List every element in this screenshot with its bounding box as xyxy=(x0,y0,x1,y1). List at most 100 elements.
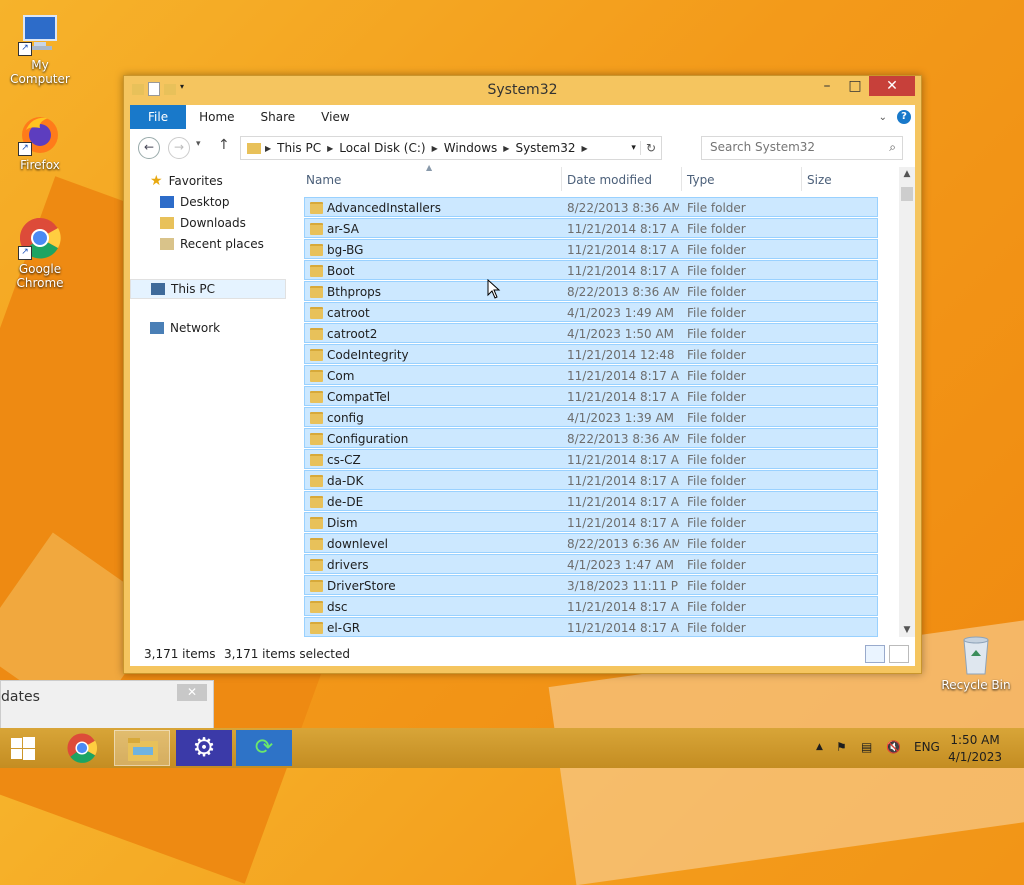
title-bar[interactable]: ▾ System32 – □ ✕ xyxy=(124,76,921,104)
breadcrumb-this-pc[interactable]: This PC xyxy=(271,141,327,155)
breadcrumb-windows[interactable]: Windows xyxy=(438,141,504,155)
desktop-icon-chrome[interactable]: ↗ Google Chrome xyxy=(0,216,80,290)
file-date: 4/1/2023 1:49 AM xyxy=(567,306,675,320)
taskbar-settings[interactable]: ⚙ xyxy=(176,730,232,766)
show-hidden-icons[interactable]: ▲ xyxy=(816,742,823,752)
table-row[interactable]: de-DE 11/21/2014 8:17 AM File folder xyxy=(304,491,878,511)
search-icon[interactable]: ⌕ xyxy=(889,140,896,155)
column-header-date[interactable]: Date modified xyxy=(567,173,652,187)
table-row[interactable]: drivers 4/1/2023 1:47 AM File folder xyxy=(304,554,878,574)
scroll-up-icon[interactable]: ▲ xyxy=(899,169,915,179)
folder-icon xyxy=(310,244,323,256)
forward-button[interactable]: → xyxy=(168,137,190,159)
table-row[interactable]: CompatTel 11/21/2014 8:17 AM File folder xyxy=(304,386,878,406)
table-row[interactable]: el-GR 11/21/2014 8:17 AM File folder xyxy=(304,617,878,637)
column-header-type[interactable]: Type xyxy=(687,173,715,187)
file-type: File folder xyxy=(687,558,746,572)
taskbar-windows-update[interactable]: ⟳ xyxy=(236,730,292,766)
table-row[interactable]: Com 11/21/2014 8:17 AM File folder xyxy=(304,365,878,385)
table-row[interactable]: config 4/1/2023 1:39 AM File folder xyxy=(304,407,878,427)
table-row[interactable]: catroot 4/1/2023 1:49 AM File folder xyxy=(304,302,878,322)
nav-network[interactable]: Network xyxy=(150,321,220,335)
file-type: File folder xyxy=(687,327,746,341)
up-button[interactable]: ↑ xyxy=(218,137,230,153)
table-row[interactable]: AdvancedInstallers 8/22/2013 8:36 AM File … xyxy=(304,197,878,217)
table-row[interactable]: bg-BG 11/21/2014 8:17 AM File folder xyxy=(304,239,878,259)
table-row[interactable]: da-DK 11/21/2014 8:17 AM File folder xyxy=(304,470,878,490)
column-divider[interactable] xyxy=(801,167,802,191)
table-row[interactable]: DriverStore 3/18/2023 11:11 PM File folder xyxy=(304,575,878,595)
taskbar-chrome[interactable] xyxy=(54,730,110,766)
refresh-icon[interactable]: ↻ xyxy=(639,141,661,155)
help-icon[interactable]: ? xyxy=(897,110,911,124)
input-language[interactable]: ENG xyxy=(914,740,940,754)
search-box[interactable]: ⌕ xyxy=(701,136,903,160)
desktop-icon-firefox[interactable]: ↗ Firefox xyxy=(0,112,80,172)
table-row[interactable]: dsc 11/21/2014 8:17 AM File folder xyxy=(304,596,878,616)
column-divider[interactable] xyxy=(561,167,562,191)
table-row[interactable]: downlevel 8/22/2013 6:36 AM File folder xyxy=(304,533,878,553)
network-icon[interactable]: ▤ xyxy=(861,740,872,754)
file-type: File folder xyxy=(687,432,746,446)
minimize-button[interactable]: – xyxy=(813,76,841,96)
expand-ribbon-icon[interactable]: ⌄ xyxy=(879,112,887,123)
vertical-scrollbar[interactable]: ▲ ▼ xyxy=(899,167,915,637)
file-date: 11/21/2014 12:48 ... xyxy=(567,348,679,362)
nav-downloads[interactable]: Downloads xyxy=(160,216,246,230)
table-row[interactable]: Configuration 8/22/2013 8:36 AM File folde… xyxy=(304,428,878,448)
tab-home[interactable]: Home xyxy=(186,105,247,129)
table-row[interactable]: cs-CZ 11/21/2014 8:17 AM File folder xyxy=(304,449,878,469)
nav-recent-places[interactable]: Recent places xyxy=(160,237,264,251)
file-date: 8/22/2013 6:36 AM xyxy=(567,537,679,551)
desktop-icon-label: Recycle Bin xyxy=(941,678,1011,692)
file-date: 11/21/2014 8:17 AM xyxy=(567,516,679,530)
chevron-right-icon[interactable]: ▶ xyxy=(581,144,587,153)
folder-icon xyxy=(310,601,323,613)
tab-file[interactable]: File xyxy=(130,105,187,129)
background-window[interactable]: dates ✕ xyxy=(0,680,214,732)
scrollbar-thumb[interactable] xyxy=(901,187,913,201)
action-center-flag-icon[interactable]: ⚑ xyxy=(836,740,847,754)
recent-locations-icon[interactable]: ▾ xyxy=(196,139,201,149)
search-input[interactable] xyxy=(702,137,888,157)
table-row[interactable]: CodeIntegrity 11/21/2014 12:48 ... File fo… xyxy=(304,344,878,364)
close-button[interactable]: ✕ xyxy=(869,76,915,96)
table-row[interactable]: catroot2 4/1/2023 1:50 AM File folder xyxy=(304,323,878,343)
column-divider[interactable] xyxy=(681,167,682,191)
large-icons-view-button[interactable] xyxy=(889,645,909,663)
back-button[interactable]: ← xyxy=(138,137,160,159)
address-bar[interactable]: ▶ This PC ▶ Local Disk (C:) ▶ Windows ▶ … xyxy=(240,136,662,160)
nav-favorites[interactable]: ★ Favorites xyxy=(150,173,223,189)
tab-view[interactable]: View xyxy=(308,105,362,129)
column-header-size[interactable]: Size xyxy=(807,173,832,187)
tab-share[interactable]: Share xyxy=(248,105,309,129)
nav-this-pc[interactable]: This PC xyxy=(130,279,286,299)
file-date: 11/21/2014 8:17 AM xyxy=(567,222,679,236)
file-date: 3/18/2023 11:11 PM xyxy=(567,579,679,593)
nav-desktop[interactable]: Desktop xyxy=(160,195,230,209)
table-row[interactable]: Boot 11/21/2014 8:17 AM File folder xyxy=(304,260,878,280)
desktop-icon-recycle-bin[interactable]: Recycle Bin xyxy=(936,632,1016,692)
column-header-name[interactable]: Name xyxy=(306,173,341,187)
details-view-button[interactable] xyxy=(865,645,885,663)
table-row[interactable]: ar-SA 11/21/2014 8:17 AM File folder xyxy=(304,218,878,238)
volume-muted-icon[interactable]: 🔇 xyxy=(886,740,901,754)
close-icon[interactable]: ✕ xyxy=(177,684,207,701)
start-button[interactable] xyxy=(0,730,48,766)
breadcrumb-local-disk[interactable]: Local Disk (C:) xyxy=(333,141,431,155)
desktop-icon-my-computer[interactable]: ↗ My Computer xyxy=(0,12,80,86)
file-name: CompatTel xyxy=(327,390,391,404)
chevron-down-icon[interactable]: ▾ xyxy=(627,143,640,153)
file-date: 8/22/2013 8:36 AM xyxy=(567,201,679,215)
maximize-button[interactable]: □ xyxy=(841,76,869,96)
breadcrumb-system32[interactable]: System32 xyxy=(509,141,581,155)
table-row[interactable]: Dism 11/21/2014 8:17 AM File folder xyxy=(304,512,878,532)
file-type: File folder xyxy=(687,285,746,299)
taskbar-file-explorer[interactable] xyxy=(114,730,170,766)
clock-time: 1:50 AM xyxy=(950,733,1000,747)
file-type: File folder xyxy=(687,600,746,614)
scroll-down-icon[interactable]: ▼ xyxy=(899,625,915,635)
file-date: 8/22/2013 8:36 AM xyxy=(567,432,679,446)
clock[interactable]: 1:50 AM 4/1/2023 xyxy=(948,732,1002,766)
table-row[interactable]: Bthprops 8/22/2013 8:36 AM File folder xyxy=(304,281,878,301)
